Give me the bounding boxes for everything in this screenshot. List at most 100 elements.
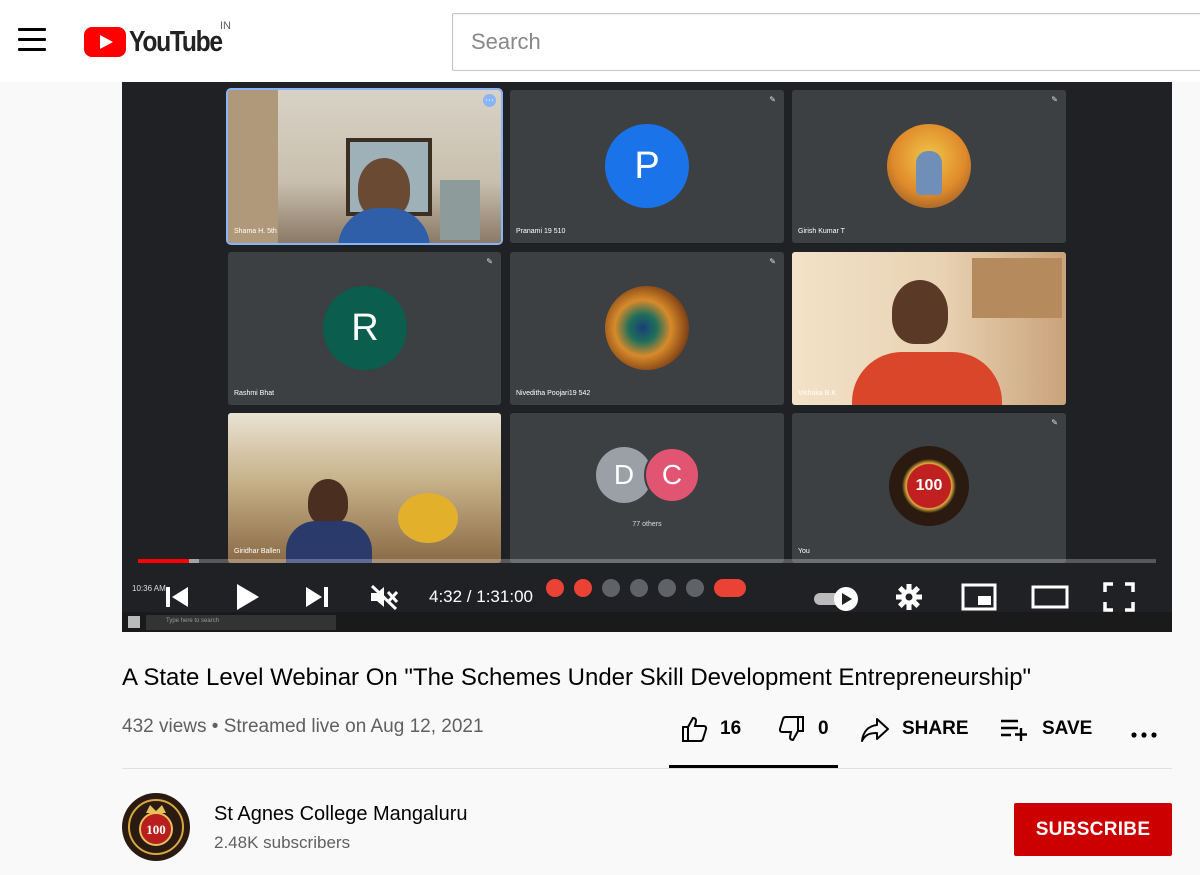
participant-name: You: [798, 548, 810, 555]
share-button[interactable]: SHARE: [860, 712, 969, 746]
progress-bar[interactable]: [138, 559, 1156, 563]
peacock-feather-avatar: [605, 286, 689, 370]
participant-name: Pranami 19 510: [516, 228, 566, 235]
participant-name: Rashmi Bhat: [234, 390, 275, 397]
next-icon: [306, 587, 328, 607]
divider: [122, 768, 1172, 769]
participant-avatar: C: [644, 447, 700, 503]
youtube-play-icon: [84, 27, 126, 57]
meet-camera-icon: [574, 579, 592, 597]
participant-tile: D C 77 others: [510, 413, 784, 563]
participant-name: Vishaka B.K: [798, 390, 837, 397]
miniplayer-icon: [961, 583, 997, 611]
masthead: YouTube IN: [0, 0, 1200, 82]
progress-played: [138, 559, 189, 563]
options-icon[interactable]: ⋯: [483, 94, 496, 107]
theater-mode-button[interactable]: [1030, 582, 1070, 612]
thumbs-up-icon: [682, 716, 708, 742]
play-icon: [237, 584, 259, 610]
flower-decoration: [398, 493, 458, 543]
thumbs-down-icon: [778, 716, 804, 742]
mute-button[interactable]: [368, 582, 400, 612]
video-player[interactable]: ⋯ Shama H. 5th P ✎ Pranami 19 510 ✎ Giri…: [122, 82, 1172, 632]
seal-number: 100: [146, 822, 166, 837]
participant-tile: ✎ Giridhar Ballen: [228, 413, 501, 563]
miniplayer-button[interactable]: [960, 582, 998, 612]
share-label: SHARE: [902, 718, 969, 739]
meet-captions-icon: [602, 579, 620, 597]
participant-figure: [308, 479, 348, 525]
participant-tile: ✎ Girish Kumar T: [792, 90, 1066, 243]
participant-body: [286, 521, 372, 563]
participant-tile: Vishaka B.K: [792, 252, 1066, 405]
participant-tile: R ✎ Rashmi Bhat: [228, 252, 501, 405]
previous-button[interactable]: [162, 582, 192, 612]
dislike-button[interactable]: 0: [778, 712, 829, 746]
mic-muted-icon: ✎: [486, 257, 493, 266]
meet-present-icon: [658, 579, 676, 597]
previous-icon: [166, 587, 188, 607]
autoplay-toggle[interactable]: [812, 585, 864, 611]
next-button[interactable]: [302, 582, 332, 612]
college-seal-icon: 100: [123, 794, 189, 860]
settings-button[interactable]: [894, 582, 924, 612]
participant-avatar: R: [323, 286, 407, 370]
like-button[interactable]: 16: [680, 712, 741, 746]
time-display: 4:32 / 1:31:00: [429, 587, 533, 606]
dislike-count: 0: [818, 718, 829, 739]
youtube-logo[interactable]: YouTube: [84, 26, 238, 58]
more-actions-button[interactable]: [1131, 718, 1169, 752]
like-count: 16: [720, 718, 742, 739]
participant-body: [852, 352, 1002, 405]
autoplay-icon: [814, 587, 858, 611]
channel-name[interactable]: St Agnes College Mangaluru: [214, 803, 468, 826]
windows-start-icon: [128, 616, 140, 628]
hamburger-menu-icon[interactable]: [18, 28, 46, 52]
meet-mic-icon: [546, 579, 564, 597]
mic-muted-icon: ✎: [769, 95, 776, 104]
subscribe-button[interactable]: SUBSCRIBE: [1014, 803, 1172, 856]
more-horizontal-icon: [1131, 732, 1157, 738]
mic-muted-icon: ✎: [769, 257, 776, 266]
participant-name: Shama H. 5th: [234, 228, 277, 235]
participant-tile: 100 ✎ You: [792, 413, 1066, 563]
participant-avatar: P: [605, 124, 689, 208]
cabinet: [440, 180, 480, 240]
subscriber-count: 2.48K subscribers: [214, 833, 351, 852]
meet-leave-call-icon: [714, 579, 746, 597]
participant-tile: P ✎ Pranami 19 510: [510, 90, 784, 243]
channel-avatar[interactable]: 100: [122, 793, 190, 861]
taskbar-search: Type here to search: [146, 615, 336, 630]
mic-muted-icon: ✎: [486, 418, 493, 427]
play-button[interactable]: [230, 580, 264, 614]
participant-figure: [892, 280, 948, 344]
video-meta: 432 views • Streamed live on Aug 12, 202…: [122, 716, 484, 737]
participant-tile: ⋯ Shama H. 5th: [226, 88, 503, 245]
participant-tile: ✎ Niveditha Poojari19 542: [510, 252, 784, 405]
fullscreen-icon: [1103, 582, 1135, 612]
shelf: [972, 258, 1062, 318]
participant-image-avatar: [887, 124, 971, 208]
others-count: 77 others: [632, 521, 662, 528]
video-title: A State Level Webinar On "The Schemes Un…: [122, 664, 1032, 691]
college-logo-avatar: 100: [889, 446, 969, 526]
search-input[interactable]: [453, 14, 1200, 70]
avatar-figure: [916, 151, 942, 195]
mic-muted-icon: ✎: [1051, 418, 1058, 427]
volume-muted-icon: [370, 584, 399, 610]
playlist-add-icon: [1001, 719, 1027, 741]
theater-icon: [1031, 585, 1069, 609]
search-box[interactable]: [452, 13, 1200, 71]
gear-icon: [896, 584, 922, 610]
share-icon: [861, 718, 889, 742]
clock-overlay: 10:36 AM: [132, 584, 166, 593]
mic-muted-icon: ✎: [1051, 95, 1058, 104]
save-button[interactable]: SAVE: [1000, 712, 1092, 746]
save-label: SAVE: [1042, 718, 1093, 739]
fullscreen-button[interactable]: [1102, 582, 1136, 612]
embedded-taskbar: Type here to search: [122, 612, 1172, 632]
door-frame: [228, 90, 278, 243]
participant-name: Giridhar Ballen: [234, 548, 281, 555]
meet-raise-hand-icon: [630, 579, 648, 597]
country-code: IN: [220, 20, 231, 32]
